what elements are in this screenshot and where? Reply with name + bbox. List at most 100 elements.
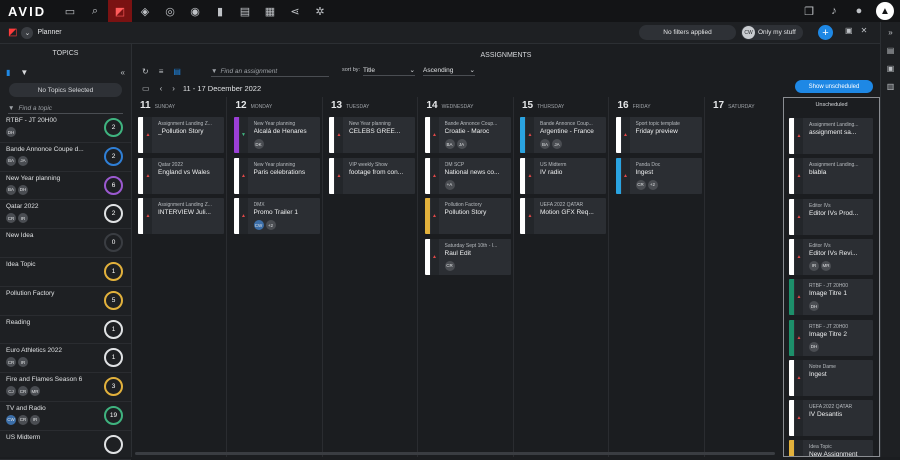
- sort-value: Title: [363, 66, 376, 74]
- window-icon[interactable]: ❐: [797, 0, 821, 22]
- assignment-card[interactable]: ▲ US Midterm IV radio: [520, 157, 606, 194]
- assignment-card[interactable]: ▲ Idea TopicNew Assignment: [789, 440, 873, 456]
- topic-item[interactable]: RTBF - JT 20H00 DH 2: [0, 114, 131, 143]
- topic-item[interactable]: Euro Athletics 2022 CR IR 1: [0, 344, 131, 374]
- assignment-card[interactable]: ▼ New Year planning Alcalá de Henares DK: [233, 117, 320, 153]
- news-icon[interactable]: ▤: [233, 0, 257, 22]
- warning-icon: ▲: [430, 157, 439, 194]
- media-icon[interactable]: ▣: [887, 64, 895, 73]
- prev-week-button[interactable]: ‹: [160, 84, 163, 93]
- calendar-icon[interactable]: ▭: [142, 84, 150, 93]
- circle-icon[interactable]: ◉: [183, 0, 207, 22]
- assignment-card[interactable]: ▲ OM SCP National news co... +A: [424, 157, 511, 194]
- user-tag: CJ: [6, 386, 16, 397]
- close-icon[interactable]: ✕: [861, 26, 868, 35]
- card-topic: RTBF - JT 20H00: [809, 283, 848, 290]
- topic-name: Pollution Factory: [6, 289, 55, 297]
- assignment-card[interactable]: ▲ UEFA 2022 QATAR Motion GFX Req...: [520, 198, 606, 234]
- card-tags: BA JA: [540, 139, 562, 149]
- assignment-card[interactable]: ▲ RTBF - JT 20H00 Image Titre 2 DH: [789, 319, 873, 356]
- next-week-button[interactable]: ›: [172, 84, 175, 93]
- add-button[interactable]: +: [818, 25, 833, 40]
- topic-item[interactable]: New Idea 0: [0, 229, 131, 258]
- film-icon[interactable]: ▦: [258, 0, 282, 22]
- bell-icon[interactable]: ♪: [822, 0, 846, 22]
- stack-icon[interactable]: ◎: [158, 0, 182, 22]
- assignment-card[interactable]: ▲ Notre Dame Ingest: [789, 359, 873, 396]
- expand-icon[interactable]: »: [888, 28, 892, 37]
- topic-count-badge: 19: [104, 405, 123, 425]
- only-my-stuff-toggle[interactable]: CW Only my stuff: [741, 25, 803, 40]
- user-tag: DH: [6, 127, 16, 137]
- assignment-card[interactable]: ▲ Panda Doc Ingest CR +2: [615, 157, 702, 194]
- no-topics-selected-button[interactable]: No Topics Selected: [9, 83, 122, 97]
- topic-name: New Idea: [6, 232, 34, 240]
- planner-subbar: ◩ ⌄ Planner No filters applied CW Only m…: [0, 22, 900, 44]
- assignment-card[interactable]: ▲ Sport topic template Friday preview: [615, 117, 702, 153]
- planner-icon[interactable]: ◩: [108, 0, 132, 22]
- assignment-card[interactable]: ▲ Qatar 2022 England vs Wales: [138, 157, 224, 194]
- card-tags: +A: [444, 179, 455, 190]
- assignment-card[interactable]: ▲ UEFA 2022 QATAR IV Desantis: [789, 400, 873, 437]
- topic-item[interactable]: TV and Radio CW CR IR 19: [0, 402, 131, 431]
- card-name: Paris celebrations: [253, 168, 306, 176]
- assignment-card[interactable]: ▲ Bande Annonce Coup... Croatie - Maroc BA J…: [424, 117, 511, 153]
- find-topic-input[interactable]: ▼ Find a topic: [8, 103, 123, 114]
- topic-item[interactable]: Reading 1: [0, 316, 131, 345]
- topic-item[interactable]: Fire and Flames Season 6 CJ CR MR 3: [0, 373, 131, 402]
- list-view-icon[interactable]: ▮: [6, 68, 10, 77]
- warning-icon: ▲: [795, 319, 803, 356]
- assignment-card[interactable]: ▲ VIP weekly Show footage from con...: [329, 157, 415, 194]
- assignment-card[interactable]: ▲ Pollution Factory Pollution Story: [424, 198, 511, 234]
- assignment-card[interactable]: ▲ Editor IVs Editor IVs Revi... IR MR: [789, 238, 873, 275]
- assignment-card[interactable]: ▲ Bande Annonce Coup... Argentine - France…: [520, 117, 606, 153]
- topic-item[interactable]: Qatar 2022 CR IR 2: [0, 200, 131, 230]
- assignment-card[interactable]: ▲ Saturday Sept 10th - I... Raul Edit CR: [424, 238, 511, 275]
- chevron-down-icon: ⌄: [409, 67, 415, 74]
- refresh-icon[interactable]: ↻: [142, 67, 149, 76]
- status-bar: [615, 157, 621, 194]
- topic-item[interactable]: US Midterm: [0, 431, 131, 460]
- show-unscheduled-button[interactable]: Show unscheduled: [795, 80, 873, 93]
- collapse-icon[interactable]: «: [121, 68, 125, 77]
- list-icon[interactable]: ≡: [159, 67, 164, 76]
- sort-by-label: sort by:: [342, 67, 361, 73]
- assignment-card[interactable]: ▲ Assignment Landing... assignment sa...: [789, 118, 873, 154]
- preview-icon[interactable]: ▥: [887, 82, 895, 91]
- assignment-card[interactable]: ▲ New Year planning Paris celebrations: [233, 157, 320, 194]
- sort-select[interactable]: Title ⌄: [363, 65, 415, 76]
- assignment-card[interactable]: ▲ Assignment Landing... blabla: [789, 158, 873, 195]
- calendar-view-icon[interactable]: ▤: [173, 67, 181, 76]
- status-bar: [789, 440, 794, 456]
- page-title: Planner: [37, 29, 62, 36]
- search-icon[interactable]: ⌕: [83, 0, 107, 22]
- hierarchy-icon[interactable]: ◈: [133, 0, 157, 22]
- avatar[interactable]: ▲: [876, 2, 894, 20]
- find-assignment-input[interactable]: ▼ Find an assignment: [211, 66, 329, 77]
- layout-icon[interactable]: ▣: [845, 26, 853, 35]
- assignment-card[interactable]: ▲ Editor IVs Editor IVs Prod...: [789, 198, 873, 235]
- card-name: Image Titre 2: [809, 330, 847, 338]
- day-number: 11: [140, 100, 151, 111]
- filters-button[interactable]: No filters applied: [639, 25, 736, 40]
- topic-item[interactable]: Pollution Factory 5: [0, 287, 131, 316]
- assignment-card[interactable]: ▲ DMX Promo Trailer 1 CW +2: [233, 198, 320, 234]
- user-icon[interactable]: ●: [847, 0, 871, 22]
- panel-icon[interactable]: ▤: [887, 46, 895, 55]
- card-name: Editor IVs Prod...: [809, 209, 859, 217]
- assignment-card[interactable]: ▲ Assignment Landing Z... _Pollution Story: [138, 117, 224, 153]
- settings-icon[interactable]: ✲: [308, 0, 332, 22]
- share-icon[interactable]: ⋖: [283, 0, 307, 22]
- topic-item[interactable]: Idea Topic 1: [0, 258, 131, 287]
- order-select[interactable]: Ascending ⌄: [423, 65, 475, 76]
- horizontal-scrollbar[interactable]: [135, 452, 775, 455]
- filter-icon[interactable]: ▼: [20, 68, 28, 77]
- topic-item[interactable]: Bande Annonce Coupe d... BA JA 2: [0, 143, 131, 172]
- topic-item[interactable]: New Year planning BA DH 6: [0, 172, 131, 201]
- bookmark-icon[interactable]: ▮: [208, 0, 232, 22]
- chevron-down-icon[interactable]: ⌄: [21, 26, 34, 39]
- assignment-card[interactable]: ▲ New Year planning CELEBS GREE...: [329, 117, 415, 153]
- assignment-card[interactable]: ▲ RTBF - JT 20H00 Image Titre 1 DH: [789, 279, 873, 316]
- folder-icon[interactable]: ▭: [58, 0, 82, 22]
- assignment-card[interactable]: ▲ Assignment Landing Z... INTERVIEW Juli..…: [138, 198, 224, 234]
